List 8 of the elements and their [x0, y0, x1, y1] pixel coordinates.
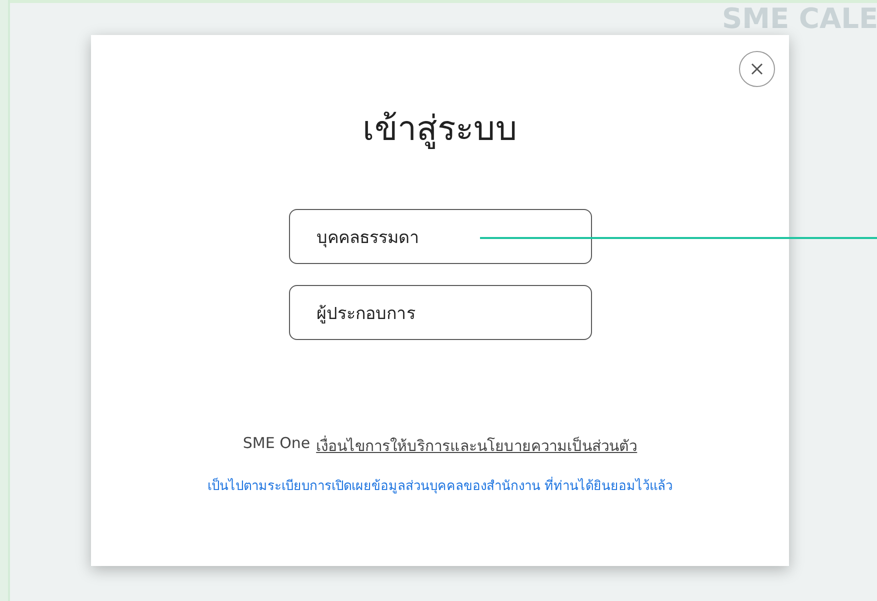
close-button[interactable] — [739, 51, 775, 87]
brand-name: SME One — [242, 434, 310, 454]
consent-notice: เป็นไปตามระเบียบการเปิดเผยข้อมูลส่วนบุคคลของสำนักงาน ที่ท่านได้ยินยอมไว้แล้ว — [207, 475, 673, 496]
option-button[interactable]: ผู้ประกอบการ — [288, 285, 592, 340]
close-icon — [750, 62, 764, 76]
option-button[interactable]: บุคคลธรรมดา — [288, 209, 592, 264]
terms-link[interactable]: เงื่อนไขการให้บริการและนโยบายความเป็นส่วนตัว — [316, 434, 638, 458]
dialog-title: เข้าสู่ระบบ — [362, 108, 518, 151]
